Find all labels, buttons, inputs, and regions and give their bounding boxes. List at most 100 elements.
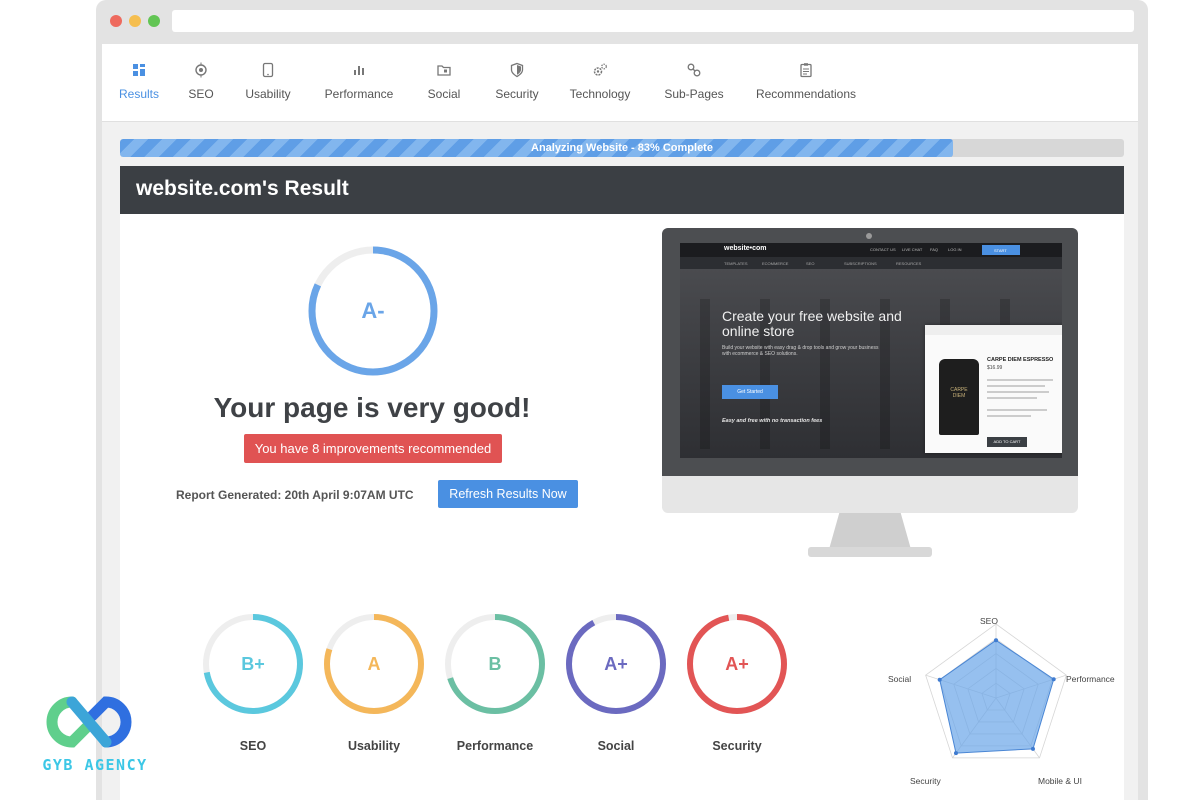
preview-subnav-item: ECOMMERCE	[762, 261, 789, 266]
preview-nav: website•com CONTACT US LIVE CHAT FAQ LOG…	[680, 243, 1062, 257]
tab-seo[interactable]: SEO	[186, 62, 216, 101]
website-screenshot: website•com CONTACT US LIVE CHAT FAQ LOG…	[680, 243, 1062, 458]
text-line	[987, 385, 1045, 387]
preview-subnav-item: TEMPLATES	[724, 261, 748, 266]
gears-icon	[568, 62, 632, 80]
refresh-results-button[interactable]: Refresh Results Now	[438, 480, 578, 508]
bar-chart-icon	[320, 62, 398, 80]
tab-sub-pages[interactable]: Sub-Pages	[664, 62, 724, 101]
product-name: CARPE DIEM ESPRESSO	[987, 357, 1054, 363]
score-label: Security	[712, 739, 762, 753]
preview-subnav-item: SUBSCRIPTIONS	[844, 261, 877, 266]
score-performance[interactable]: B Performance	[440, 612, 550, 772]
coffee-bag-image: CARPE DIEM	[939, 359, 979, 435]
score-usability[interactable]: A Usability	[319, 612, 429, 772]
text-line	[987, 415, 1031, 417]
tab-security[interactable]: Security	[492, 62, 542, 101]
agency-name: GYB AGENCY	[42, 756, 148, 774]
monitor-chin	[662, 476, 1078, 513]
monitor-base	[808, 547, 932, 557]
score-grade: A+	[604, 653, 628, 674]
tab-results[interactable]: Results	[116, 62, 162, 101]
score-social[interactable]: A+ Social	[561, 612, 671, 772]
website-preview-monitor: website•com CONTACT US LIVE CHAT FAQ LOG…	[662, 228, 1078, 557]
analysis-progress-bar: Analyzing Website - 83% Complete	[120, 139, 1124, 157]
preview-subnav: TEMPLATES ECOMMERCE SEO SUBSCRIPTIONS RE…	[680, 257, 1062, 269]
product-price: $16.99	[987, 365, 1003, 371]
monitor-bezel: website•com CONTACT US LIVE CHAT FAQ LOG…	[662, 228, 1078, 476]
score-label: Social	[597, 739, 635, 753]
score-label: SEO	[239, 739, 267, 753]
score-label: Performance	[456, 739, 534, 753]
tab-label: Social	[427, 87, 461, 101]
improvements-badge[interactable]: You have 8 improvements recommended	[244, 434, 502, 463]
preview-nav-item: FAQ	[930, 247, 939, 252]
tab-usability[interactable]: Usability	[240, 62, 296, 101]
page-viewport: Results SEO Usability Performance Social…	[102, 44, 1138, 800]
score-seo[interactable]: B+ SEO	[198, 612, 308, 772]
tab-label: Usability	[245, 87, 291, 101]
preview-get-started-button: Get Started	[722, 385, 778, 399]
link-icon	[664, 62, 724, 80]
tab-performance[interactable]: Performance	[320, 62, 398, 101]
preview-headline: Create your free website and online stor…	[722, 308, 902, 339]
radar-point	[1051, 677, 1056, 682]
tab-bar: Results SEO Usability Performance Social…	[102, 44, 1138, 122]
radar-axis-label: Performance	[1066, 674, 1115, 684]
overall-grade-ring: A-	[306, 244, 440, 378]
result-panel: website.com's Result A- Your page is ver…	[120, 166, 1124, 800]
preview-subnav-item: SEO	[806, 261, 815, 266]
coffee-bag-label: CARPE DIEM	[950, 387, 968, 399]
grid-icon	[116, 62, 162, 80]
tab-label: SEO	[188, 87, 214, 101]
tab-social[interactable]: Social	[424, 62, 464, 101]
preview-footer-text: Easy and free with no transaction fees	[722, 418, 823, 424]
result-headline: Your page is very good!	[213, 392, 531, 423]
tab-label: Security	[495, 87, 539, 101]
tab-label: Performance	[324, 87, 394, 101]
radar-axis-label: Social	[888, 674, 912, 684]
agency-logo: GYB AGENCY	[20, 690, 170, 782]
address-bar[interactable]	[172, 10, 1134, 32]
preview-paragraph: Build your website with easy drag & drop…	[722, 345, 879, 357]
preview-start-label: START	[994, 248, 1007, 253]
radar-point	[994, 638, 998, 643]
progress-text: Analyzing Website - 83% Complete	[531, 142, 713, 154]
score-grade: B	[488, 653, 502, 674]
radar-axis-label: Security	[910, 776, 941, 786]
overall-grade: A-	[361, 298, 385, 323]
score-security[interactable]: A+ Security	[682, 612, 792, 772]
infinity-logo-icon	[46, 696, 132, 748]
folder-icon	[424, 62, 464, 80]
browser-chrome	[96, 0, 1148, 44]
tab-label: Recommendations	[755, 87, 857, 101]
minimize-window-button[interactable]	[129, 15, 141, 27]
text-line	[987, 391, 1049, 393]
preview-logo: website•com	[724, 245, 767, 252]
radar-data-area	[939, 639, 1055, 754]
monitor-stand	[829, 513, 911, 547]
tab-recommendations[interactable]: Recommendations	[754, 62, 858, 101]
clipboard-icon	[754, 62, 858, 80]
preview-nav-item: CONTACT US	[870, 247, 896, 252]
browser-window: Results SEO Usability Performance Social…	[96, 0, 1148, 800]
report-generated-text: Report Generated: 20th April 9:07AM UTC	[176, 488, 414, 502]
tab-technology[interactable]: Technology	[568, 62, 632, 101]
radar-point	[953, 751, 958, 756]
bg-column	[700, 299, 710, 449]
score-grade: A	[367, 653, 381, 674]
tab-label: Technology	[569, 87, 631, 101]
preview-nav-item: LOG IN	[948, 247, 962, 252]
radar-point	[1030, 746, 1035, 751]
preview-product-card: CARPE DIEM CARPE DIEM ESPRESSO $16.99 AD…	[925, 325, 1062, 453]
page-title: website.com's Result	[136, 177, 349, 200]
camera-dot	[866, 233, 872, 239]
shield-icon	[492, 62, 542, 80]
radar-point	[937, 677, 942, 682]
radar-chart: SEO Performance Mobile & UI Security Soc…	[868, 586, 1124, 786]
score-label: Usability	[347, 739, 401, 753]
close-window-button[interactable]	[110, 15, 122, 27]
panel-header: website.com's Result	[120, 166, 1124, 214]
maximize-window-button[interactable]	[148, 15, 160, 27]
preview-subnav-item: RESOURCES	[896, 261, 922, 266]
